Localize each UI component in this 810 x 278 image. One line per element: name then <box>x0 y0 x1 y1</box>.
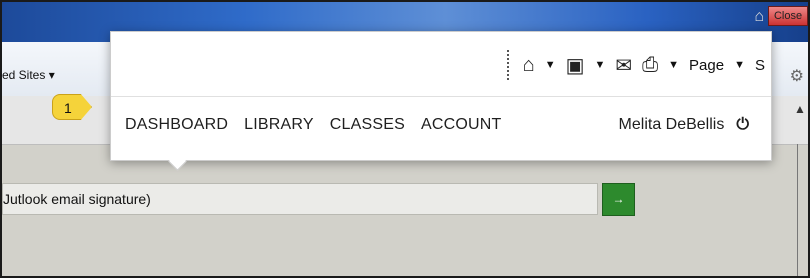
divider <box>797 144 798 276</box>
user-name[interactable]: Melita DeBellis <box>619 116 725 134</box>
rss-icon[interactable]: ▣ <box>566 53 585 78</box>
scroll-up-icon[interactable]: ▲ <box>794 102 806 138</box>
zoomed-navigation-popup: ⌂ ▼ ▣ ▼ ✉ ⎙ ▼ Page ▼ S DASHBOARD LIBRARY… <box>110 31 772 171</box>
popup-pointer <box>168 152 187 171</box>
power-icon[interactable]: ⏻ <box>736 116 749 134</box>
safety-menu[interactable]: S <box>755 57 765 74</box>
suggested-sites-link[interactable]: ed Sites ▾ <box>2 68 55 82</box>
chevron-down-icon[interactable]: ▼ <box>595 59 606 71</box>
site-navigation: DASHBOARD LIBRARY CLASSES ACCOUNT <box>125 116 501 134</box>
mail-icon[interactable]: ✉ <box>615 53 632 78</box>
search-field-text: Jutlook email signature) <box>3 191 151 207</box>
command-bar: ⌂ ▼ ▣ ▼ ✉ ⎙ ▼ Page ▼ S <box>506 50 765 80</box>
command-bar-area: ⌂ ▼ ▣ ▼ ✉ ⎙ ▼ Page ▼ S <box>111 32 771 97</box>
chevron-down-icon[interactable]: ▼ <box>668 59 679 71</box>
gear-icon[interactable]: ⚙ <box>790 66 804 86</box>
page-menu[interactable]: Page <box>689 57 724 74</box>
nav-library[interactable]: LIBRARY <box>244 116 314 134</box>
home-icon[interactable]: ⌂ <box>754 8 764 26</box>
go-button[interactable]: → <box>602 183 635 216</box>
nav-account[interactable]: ACCOUNT <box>421 116 502 134</box>
screenshot-frame: ⌂ Close ed Sites ▾ ⚙ ▲ Jutlook email sig… <box>0 0 810 278</box>
close-button[interactable]: Close <box>768 6 808 26</box>
user-area: Melita DeBellis ⏻ <box>619 116 749 134</box>
home-icon[interactable]: ⌂ <box>523 54 535 77</box>
search-field[interactable]: Jutlook email signature) <box>2 183 598 215</box>
print-icon[interactable]: ⎙ <box>642 54 658 77</box>
chevron-down-icon[interactable]: ▼ <box>545 59 556 71</box>
nav-dashboard[interactable]: DASHBOARD <box>125 116 228 134</box>
toolbar-grip <box>506 50 509 80</box>
nav-classes[interactable]: CLASSES <box>330 116 405 134</box>
chevron-down-icon[interactable]: ▼ <box>734 59 745 71</box>
